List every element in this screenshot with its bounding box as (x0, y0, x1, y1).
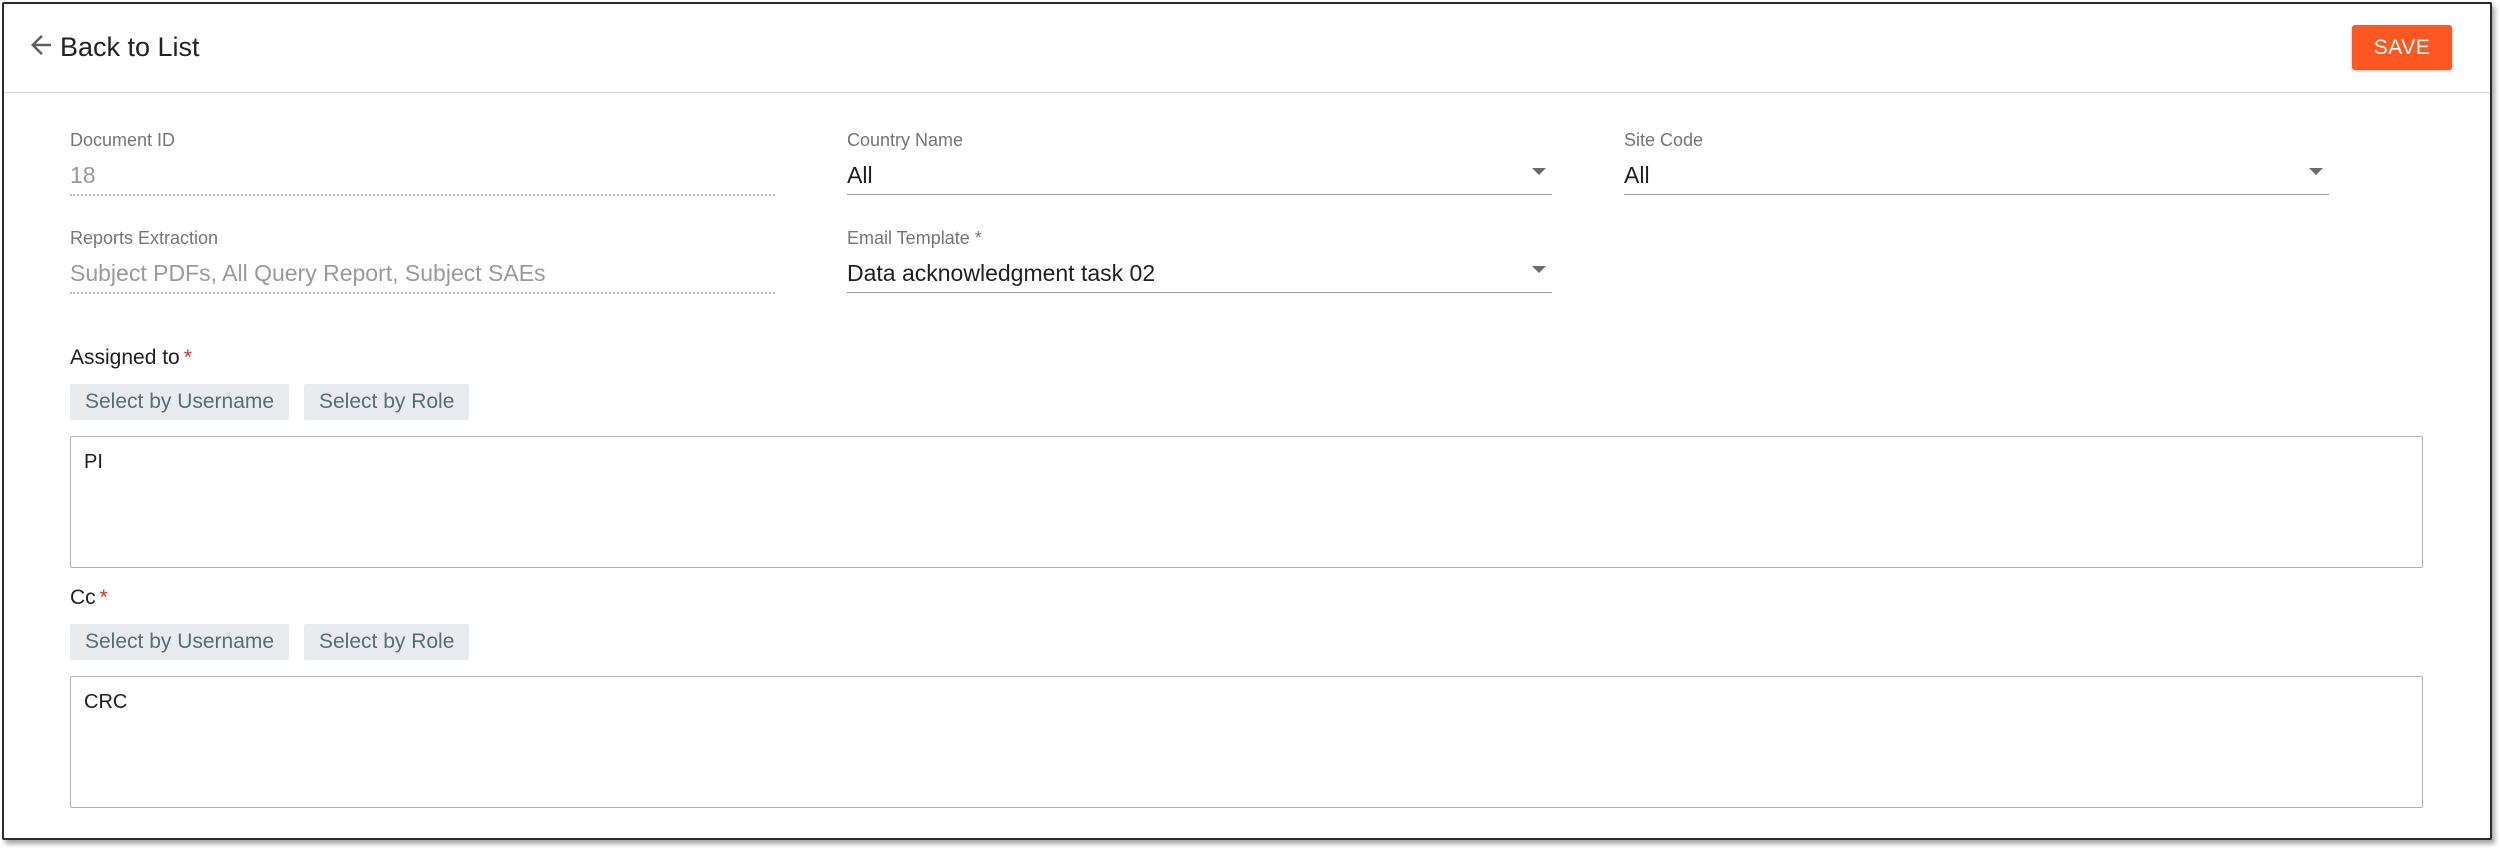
site-code-label: Site Code (1624, 130, 1704, 150)
assigned-to-input[interactable]: PI (70, 436, 2423, 568)
document-id-underline (70, 194, 775, 196)
save-button[interactable]: SAVE (2352, 25, 2452, 70)
reports-extraction-value: Subject PDFs, All Query Report, Subject … (70, 260, 546, 286)
form-panel: Back to List SAVE Document ID 18 Country… (2, 2, 2492, 840)
country-name-underline (847, 194, 1552, 195)
arrow-left-icon (26, 30, 56, 65)
assigned-to-label: Assigned to (70, 346, 180, 369)
site-code-underline (1624, 194, 2329, 195)
country-name-label: Country Name (847, 130, 964, 150)
email-template-underline (847, 292, 1552, 293)
email-template-label: Email Template * (847, 228, 982, 248)
country-name-value[interactable]: All (847, 152, 1552, 190)
cc-heading: Cc * (70, 586, 108, 610)
reports-extraction-field: Reports Extraction Subject PDFs, All Que… (70, 228, 775, 294)
back-to-list-link[interactable]: Back to List (26, 30, 200, 65)
assigned-select-by-role-button[interactable]: Select by Role (304, 384, 470, 420)
site-code-select[interactable]: Site Code All (1624, 130, 2329, 195)
dropdown-caret-icon[interactable] (2309, 168, 2323, 175)
document-id-label: Document ID (70, 130, 176, 150)
required-mark: * (99, 586, 108, 609)
back-to-list-label: Back to List (60, 32, 200, 62)
document-id-field: Document ID 18 (70, 130, 775, 196)
cc-select-by-role-button[interactable]: Select by Role (304, 624, 470, 660)
dropdown-caret-icon[interactable] (1532, 266, 1546, 273)
site-code-value[interactable]: All (1624, 152, 2329, 190)
required-mark: * (183, 346, 192, 369)
email-template-select[interactable]: Email Template * Data acknowledgment tas… (847, 228, 1552, 293)
cc-select-by-username-button[interactable]: Select by Username (70, 624, 290, 660)
top-bar: Back to List SAVE (4, 4, 2490, 93)
reports-extraction-underline (70, 292, 775, 294)
reports-extraction-label: Reports Extraction (70, 228, 219, 248)
cc-label: Cc (70, 586, 96, 609)
document-id-value: 18 (70, 162, 96, 188)
cc-input[interactable]: CRC (70, 676, 2423, 808)
email-template-value[interactable]: Data acknowledgment task 02 (847, 250, 1552, 288)
dropdown-caret-icon[interactable] (1532, 168, 1546, 175)
country-name-select[interactable]: Country Name All (847, 130, 1552, 195)
assigned-select-by-username-button[interactable]: Select by Username (70, 384, 290, 420)
assigned-to-heading: Assigned to * (70, 346, 192, 370)
